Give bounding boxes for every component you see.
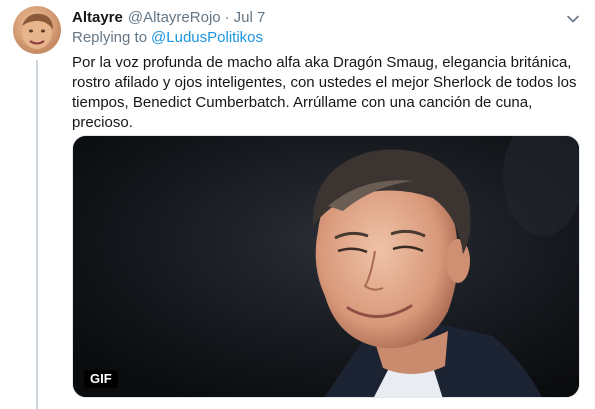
- chevron-down-icon[interactable]: [565, 11, 581, 27]
- gif-frame: [73, 136, 579, 397]
- mention-link[interactable]: @LudusPolitikos: [151, 29, 263, 46]
- avatar-image: [22, 13, 53, 49]
- display-name[interactable]: Altayre: [72, 9, 123, 26]
- replying-to: Replying to @LudusPolitikos: [72, 29, 263, 46]
- tweet-date[interactable]: Jul 7: [234, 9, 266, 26]
- user-handle[interactable]: @AltayreRojo: [128, 9, 221, 26]
- tweet[interactable]: Altayre @AltayreRojo · Jul 7 Replying to…: [0, 0, 595, 409]
- gif-badge: GIF: [84, 370, 118, 388]
- gif-media[interactable]: GIF: [72, 135, 580, 398]
- tweet-text: Por la voz profunda de macho alfa aka Dr…: [72, 54, 577, 131]
- thread-line: [36, 60, 38, 409]
- avatar[interactable]: [13, 6, 61, 54]
- separator-dot: ·: [224, 9, 230, 26]
- tweet-header: Altayre @AltayreRojo · Jul 7: [72, 9, 265, 27]
- replying-prefix: Replying to: [72, 29, 148, 46]
